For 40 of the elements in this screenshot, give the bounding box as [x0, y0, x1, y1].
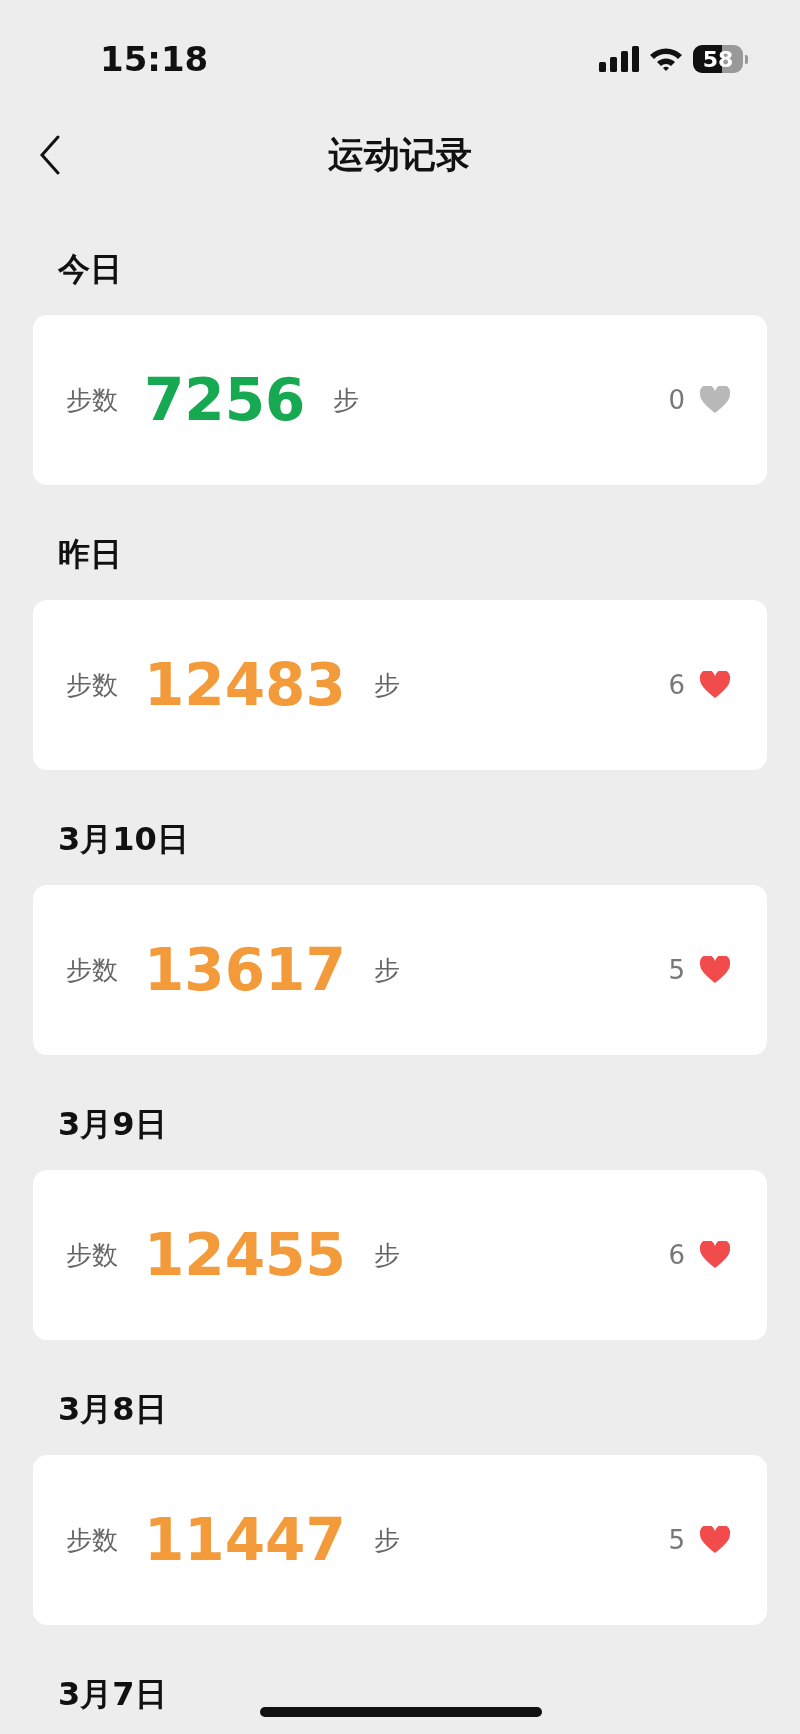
step-count: 12455 [144, 1221, 346, 1289]
heart-icon[interactable] [699, 956, 731, 984]
step-count: 12483 [144, 651, 346, 719]
date-label: 3月8日 [58, 1389, 167, 1430]
like-count: 5 [668, 955, 685, 985]
like-count: 5 [668, 1525, 685, 1555]
unit-label: 步 [373, 668, 400, 702]
like-count: 6 [668, 670, 685, 700]
step-card[interactable]: 步数 12483 步 6 [33, 600, 767, 770]
step-card[interactable]: 步数 7256 步 0 [33, 315, 767, 485]
unit-label: 步 [333, 383, 360, 417]
heart-icon[interactable] [699, 1241, 731, 1269]
date-label: 今日 [58, 249, 122, 290]
heart-icon[interactable] [699, 671, 731, 699]
steps-label: 步数 [66, 953, 118, 987]
unit-label: 步 [373, 1523, 400, 1557]
steps-label: 步数 [66, 1523, 118, 1557]
heart-icon[interactable] [699, 1526, 731, 1554]
date-label: 昨日 [58, 534, 122, 575]
steps-label: 步数 [66, 383, 118, 417]
like-count: 6 [668, 1240, 685, 1270]
heart-icon[interactable] [699, 386, 731, 414]
page-title: 运动记录 [328, 132, 472, 177]
step-count: 7256 [144, 366, 306, 434]
date-label: 3月9日 [58, 1104, 167, 1145]
step-count: 11447 [144, 1506, 346, 1574]
step-card[interactable]: 步数 12455 步 6 [33, 1170, 767, 1340]
date-label: 3月10日 [58, 819, 189, 860]
unit-label: 步 [373, 1238, 400, 1272]
step-card[interactable]: 步数 13617 步 5 [33, 885, 767, 1055]
step-count: 13617 [144, 936, 346, 1004]
date-label: 3月7日 [58, 1674, 167, 1715]
step-card[interactable]: 步数 11447 步 5 [33, 1455, 767, 1625]
steps-label: 步数 [66, 1238, 118, 1272]
wifi-icon [649, 46, 683, 72]
unit-label: 步 [373, 953, 400, 987]
status-time: 15:18 [100, 39, 209, 79]
like-count: 0 [668, 385, 685, 415]
steps-label: 步数 [66, 668, 118, 702]
signal-icon [599, 46, 639, 72]
